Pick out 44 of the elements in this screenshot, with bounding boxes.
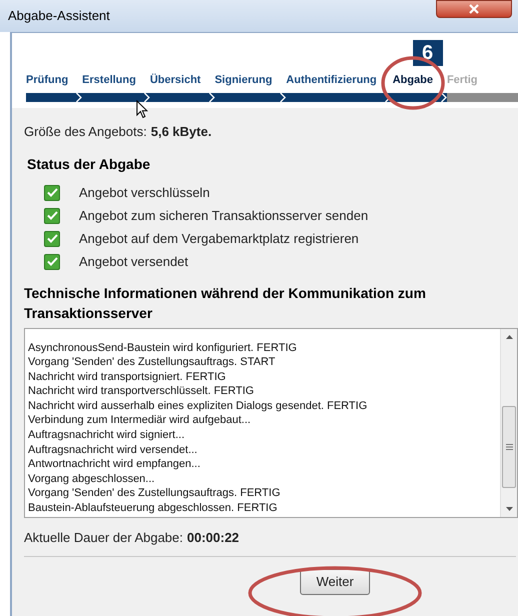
window-title: Abgabe-Assistent	[8, 7, 110, 26]
log-line: Baustein-Ablaufsteuerung abgeschlossen. FERTIG	[28, 501, 278, 516]
chevron-icon	[144, 93, 150, 102]
step-label: Abgabe	[392, 72, 433, 88]
next-button[interactable]: Weiter	[300, 569, 370, 595]
field-label: Größe des Angebots:	[24, 123, 147, 141]
log-line: Vorgang 'Senden' des Zustellungsauftrags. START	[28, 355, 276, 370]
scrollbar[interactable]	[500, 328, 517, 516]
log-line: Verbindung zum Intermediär wird aufgebaut...	[28, 413, 252, 428]
step-label: Prüfung	[26, 72, 68, 88]
status-label: Angebot zum sicheren Transaktionsserver senden	[79, 206, 368, 225]
step-label: Übersicht	[150, 72, 201, 88]
close-button[interactable]	[436, 0, 512, 18]
log-line: Auftragsnachricht wird signiert...	[28, 428, 186, 443]
status-label: Angebot auf dem Vergabemarktplatz registrieren	[79, 230, 359, 248]
scroll-down-icon[interactable]	[506, 506, 513, 510]
log-line: Nachricht wird transportsigniert. FERTIG	[28, 370, 227, 384]
log-line: Vorgang 'Senden' des Zustellungsauftrags. FERTIG	[28, 486, 282, 502]
step-label: Fertig	[446, 72, 478, 88]
chevron-icon	[208, 93, 215, 102]
chevron-icon	[76, 93, 82, 102]
field-label: Aktuelle Dauer der Abgabe:	[24, 528, 183, 547]
log-list[interactable]	[24, 328, 518, 518]
chevron-icon	[440, 93, 447, 102]
log-line: Antwortnachricht wird empfangen...	[28, 457, 202, 472]
log-line: AsynchronousSend-Baustein wird konfiguriert. FERTIG	[28, 340, 298, 356]
grip-icon	[506, 444, 512, 450]
step-label: Erstellung	[82, 72, 136, 88]
field-value: 5,6 kByte.	[150, 123, 212, 141]
close-icon	[468, 4, 480, 14]
log-line: Auftragsnachricht wird versendet...	[28, 442, 198, 458]
log-line: Vorgang abgeschlossen...	[28, 472, 156, 486]
status-label: Angebot verschlüsseln	[79, 184, 210, 202]
step-label: Signierung	[214, 72, 272, 88]
status-label: Angebot versendet	[79, 252, 188, 271]
log-line: Nachricht wird transportverschlüsselt. FERTIG	[28, 384, 255, 399]
step-label: Authentifizierung	[286, 72, 377, 88]
field-value: 00:00:22	[187, 528, 240, 546]
scroll-thumb[interactable]	[502, 406, 516, 488]
chevron-icon	[280, 93, 286, 102]
section-heading: Status der Abgabe	[27, 154, 152, 174]
section-heading: Technische Informationen während der Kommunikation zum Transaktionsserver	[24, 284, 427, 322]
scroll-up-icon[interactable]	[506, 334, 513, 338]
log-line: Nachricht wird ausserhalb eines expliziten Dialogs gesendet. FERTIG	[28, 398, 368, 414]
